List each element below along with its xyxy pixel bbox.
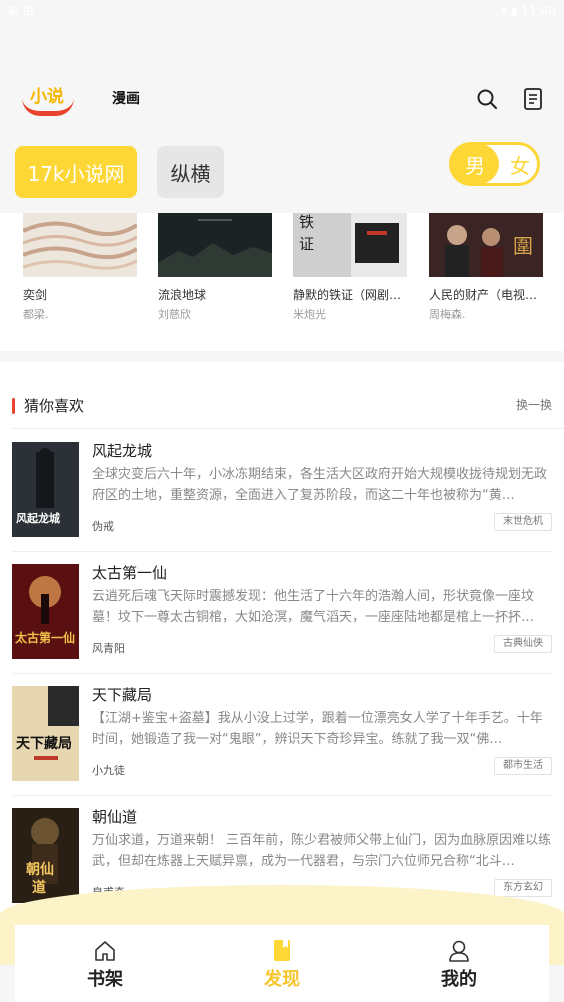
book-author: 风青阳 <box>92 642 125 655</box>
book-cover-image: 天下藏局 <box>12 686 79 781</box>
svg-text:太古第一仙: 太古第一仙 <box>15 630 75 645</box>
book-author: 刘慈欣 <box>158 308 191 321</box>
tab-novel-label: 小说 <box>30 87 64 107</box>
book-title: 风起龙城 <box>92 442 153 460</box>
source-17k-button[interactable]: 17k小说网 <box>15 146 137 198</box>
book-cover-image: 朝仙 道 <box>12 808 79 903</box>
book-author: 米炮光 <box>293 308 326 321</box>
book-description: 【江湖+鉴宝+盗墓】我从小没上过学，跟着一位漂亮女人学了十年手艺。十年时间，她锻… <box>92 711 543 747</box>
book-author: 周梅森. <box>429 308 466 321</box>
status-bar: ⊕ ⊞ ▾ ▮ 11:40 <box>0 0 564 24</box>
tab-comic[interactable]: 漫画 <box>112 88 140 108</box>
refresh-button[interactable]: 换一换 <box>516 396 552 413</box>
book-card[interactable]: 奕剑 都梁. <box>22 213 139 322</box>
top-header: 小说 漫画 <box>0 70 564 126</box>
book-strip: 奕剑 都梁. 流浪地球 刘慈欣 铁 证 静默的铁证（网剧… 米炮光 圍 人民的财… <box>0 213 564 351</box>
book-description: 万仙求道，万道来朝！ 三百年前，陈少君被师父带上仙门，因为血脉原因难以练武，但却… <box>92 833 552 869</box>
source-zongheng-button[interactable]: 纵横 <box>157 146 224 198</box>
svg-text:天下藏局: 天下藏局 <box>16 735 72 752</box>
book-author: 小九徒 <box>92 764 125 777</box>
book-author: 都梁. <box>23 308 49 321</box>
search-icon[interactable] <box>476 88 498 110</box>
svg-text:朝仙: 朝仙 <box>26 861 54 878</box>
list-item[interactable]: 风起龙城 风起龙城 全球灾变后六十年，小冰冻期结束，各生活大区政府开始大规模收拢… <box>12 430 552 552</box>
nav-discover-label: 发现 <box>264 969 300 990</box>
status-left-icons: ⊕ ⊞ <box>8 4 34 19</box>
book-cover-image: 圍 <box>429 213 543 277</box>
genre-tag: 都市生活 <box>494 757 552 775</box>
book-cover-image <box>158 213 272 277</box>
source-selector: 17k小说网 纵横 男 女 <box>0 140 564 204</box>
book-title: 太古第一仙 <box>92 564 168 582</box>
book-cover-image: 风起龙城 <box>12 442 79 537</box>
bookshelf-doc-icon[interactable] <box>522 87 544 111</box>
nav-discover[interactable]: 发现 <box>242 939 322 995</box>
book-title: 朝仙道 <box>92 808 138 826</box>
list-item[interactable]: 太古第一仙 太古第一仙 云逍死后魂飞天际时震撼发现：他生活了十六年的浩瀚人间，形… <box>12 552 552 674</box>
nav-mine-label: 我的 <box>441 969 477 990</box>
book-title: 人民的财产（电视… <box>429 288 538 302</box>
book-author: 伪戒 <box>92 520 114 533</box>
section-accent-bar <box>12 398 15 414</box>
gender-toggle[interactable]: 男 女 <box>449 142 540 186</box>
nav-bookshelf[interactable]: 书架 <box>65 939 145 995</box>
svg-text:风起龙城: 风起龙城 <box>16 511 60 525</box>
book-description: 全球灾变后六十年，小冰冻期结束，各生活大区政府开始大规模收拢待规划无政府区的土地… <box>92 467 548 503</box>
genre-tag: 东方玄幻 <box>494 879 552 897</box>
book-title: 天下藏局 <box>92 686 153 704</box>
genre-tag: 末世危机 <box>494 513 552 531</box>
bookmark-icon <box>274 940 290 961</box>
list-item[interactable]: 天下藏局 天下藏局 【江湖+鉴宝+盗墓】我从小没上过学，跟着一位漂亮女人学了十年… <box>12 674 552 796</box>
section-title: 猜你喜欢 <box>24 397 85 415</box>
tab-novel-logo[interactable]: 小说 <box>22 78 82 118</box>
book-title: 奕剑 <box>23 288 48 302</box>
gender-female-option[interactable]: 女 <box>502 144 538 184</box>
book-card[interactable]: 铁 证 静默的铁证（网剧… 米炮光 <box>293 213 407 322</box>
book-cover-image: 太古第一仙 <box>12 564 79 659</box>
book-title: 静默的铁证（网剧… <box>293 288 402 302</box>
svg-text:铁: 铁 <box>299 213 314 231</box>
book-card[interactable]: 圍 人民的财产（电视… 周梅森. <box>429 213 543 322</box>
svg-text:道: 道 <box>32 879 46 896</box>
status-right-info: ▾ ▮ 11:40 <box>501 4 556 18</box>
nav-bookshelf-label: 书架 <box>87 969 123 990</box>
book-description: 云逍死后魂飞天际时震撼发现：他生活了十六年的浩瀚人间，形状竟像一座坟墓！坟下一尊… <box>92 589 535 625</box>
divider <box>12 428 564 429</box>
book-cover-image <box>22 213 139 277</box>
home-icon <box>95 941 115 961</box>
genre-tag: 古典仙侠 <box>494 635 552 653</box>
svg-text:证: 证 <box>299 235 314 253</box>
gender-male-option[interactable]: 男 <box>451 144 499 184</box>
book-title: 流浪地球 <box>158 288 207 302</box>
book-card[interactable]: 流浪地球 刘慈欣 <box>158 213 272 322</box>
bottom-nav: 书架 发现 我的 <box>15 925 549 1002</box>
section-header: 猜你喜欢 换一换 <box>0 394 564 418</box>
nav-mine[interactable]: 我的 <box>419 939 499 995</box>
svg-text:圍: 圍 <box>513 234 533 258</box>
user-icon <box>449 940 469 962</box>
guess-you-like-section: 猜你喜欢 换一换 风起龙城 风起龙城 全球灾变后六十年，小冰冻期结束，各生活大区… <box>0 362 564 922</box>
book-cover-image: 铁 证 <box>293 213 407 277</box>
